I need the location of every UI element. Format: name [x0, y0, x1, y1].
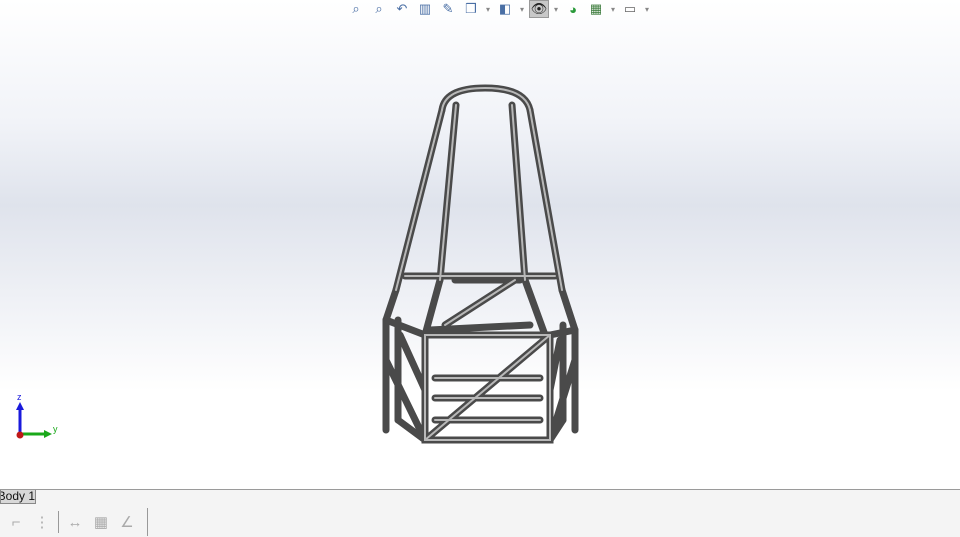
chassis-frame-model[interactable]	[0, 0, 960, 489]
chevron-down-icon[interactable]: ▾	[484, 5, 492, 14]
chevron-down-icon[interactable]: ▾	[609, 5, 617, 14]
section-view-icon[interactable]: ▥	[415, 0, 435, 18]
reference-triad: z y	[16, 392, 58, 439]
toolbar-divider	[58, 511, 59, 533]
dimension-icon[interactable]: ↔	[65, 512, 85, 532]
z-arrow-icon	[16, 402, 24, 410]
dotted-line-icon[interactable]: ⋮	[32, 512, 52, 532]
y-label: y	[53, 424, 58, 434]
zoom-to-area-icon[interactable]: ⌕	[369, 0, 389, 18]
heads-up-view-toolbar: ⌕ ⌕ ↶ ▥ ✎ ❒ ▾ ◧ ▾ 👁 ▾ ◕ ▦ ▾ ▭ ▾	[346, 0, 651, 18]
display-style-icon[interactable]: ◧	[495, 0, 515, 18]
dynamic-annotation-icon[interactable]: ✎	[438, 0, 458, 18]
chevron-down-icon[interactable]: ▾	[552, 5, 560, 14]
view-settings-icon[interactable]: ▭	[620, 0, 640, 18]
x-axis-dot	[16, 431, 24, 439]
previous-view-icon[interactable]: ↶	[392, 0, 412, 18]
chevron-down-icon[interactable]: ▾	[643, 5, 651, 14]
hide-show-items-icon[interactable]: 👁	[529, 0, 549, 18]
apply-scene-icon[interactable]: ▦	[586, 0, 606, 18]
view-orientation-icon[interactable]: ❒	[461, 0, 481, 18]
chevron-down-icon[interactable]: ▾	[518, 5, 526, 14]
angle-icon[interactable]: ∠	[117, 512, 137, 532]
grid-icon[interactable]: ▦	[91, 512, 111, 532]
edit-appearance-icon[interactable]: ◕	[563, 0, 583, 18]
z-label: z	[17, 392, 22, 402]
bottom-panel: Body 1 ⌐ ⋮ ↔ ▦ ∠	[0, 489, 960, 537]
y-arrow-icon	[44, 430, 52, 438]
graphics-viewport[interactable]: ⌕ ⌕ ↶ ▥ ✎ ❒ ▾ ◧ ▾ 👁 ▾ ◕ ▦ ▾ ▭ ▾ z y	[0, 0, 960, 489]
sketch-toolbar: ⌐ ⋮ ↔ ▦ ∠	[0, 508, 148, 536]
zoom-to-fit-icon[interactable]: ⌕	[346, 0, 366, 18]
corner-icon[interactable]: ⌐	[6, 512, 26, 532]
body-tab[interactable]: Body 1	[0, 490, 36, 504]
